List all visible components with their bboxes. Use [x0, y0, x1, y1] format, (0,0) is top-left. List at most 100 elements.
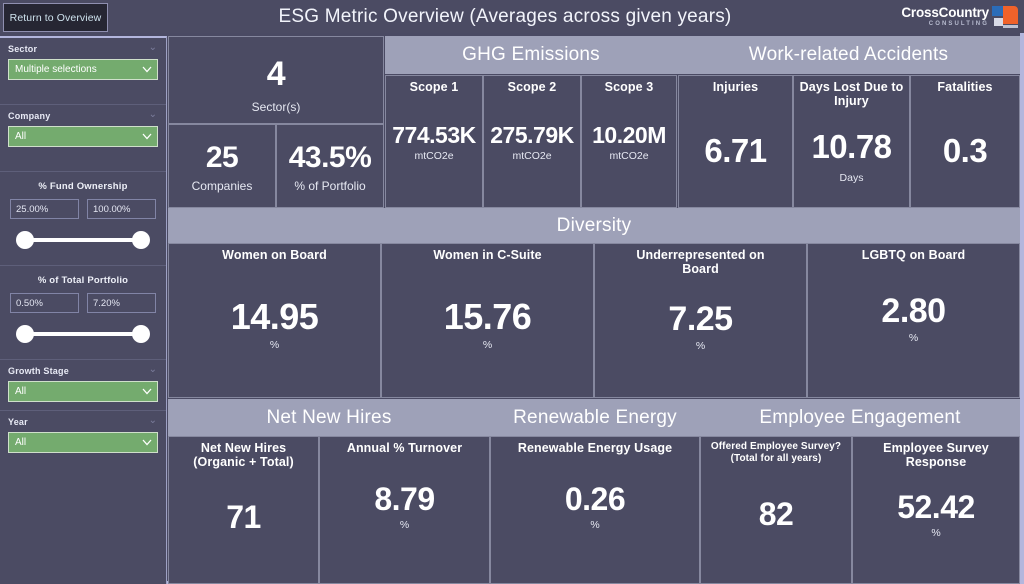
filter-growth-stage-value: All — [15, 386, 27, 397]
card-underrepresented-title: Underrepresented on Board — [636, 248, 765, 276]
band-employee-engagement: Employee Engagement — [759, 406, 961, 428]
slider-handle-min[interactable] — [16, 231, 34, 249]
card-women-on-board-title: Women on Board — [222, 248, 327, 262]
filter-year: Year ⌄ All — [0, 411, 166, 461]
total-portfolio-slider[interactable] — [12, 319, 154, 349]
card-women-in-c-suite-title: Women in C-Suite — [433, 248, 542, 262]
logo-name: CrossCountry — [901, 5, 989, 20]
card-lgbtq-on-board-title: LGBTQ on Board — [861, 248, 966, 262]
card-lgbtq-on-board-value: 2.80 — [881, 292, 946, 330]
chevron-down-icon — [142, 388, 152, 395]
band-ghg-emissions: GHG Emissions — [462, 44, 600, 65]
card-sectors-label: Sector(s) — [251, 100, 301, 114]
card-days-lost-unit: Days — [839, 172, 864, 184]
card-underrepresented-value: 7.25 — [668, 300, 733, 338]
card-lgbtq-on-board-unit: % — [908, 332, 919, 344]
card-scope-2-title: Scope 2 — [507, 80, 557, 94]
card-net-new-hires-title: Net New Hires (Organic + Total) — [193, 441, 294, 469]
card-employee-survey-response-title: Employee Survey Response — [883, 441, 989, 469]
card-injuries-title: Injuries — [712, 80, 759, 94]
band-work-related-accidents: Work-related Accidents — [748, 44, 949, 65]
card-women-on-board-value: 14.95 — [230, 296, 319, 337]
logo-subtitle: CONSULTING — [928, 21, 989, 27]
chevron-down-icon[interactable]: ⌄ — [149, 110, 157, 120]
card-scope-1-unit: mtCO2e — [414, 150, 454, 162]
dashboard-main: 4 Sector(s) 25 Companies 43.5% % of Port… — [168, 36, 1020, 584]
card-portfolio-pct: 43.5% % of Portfolio — [276, 124, 384, 208]
card-days-lost-value: 10.78 — [811, 128, 892, 165]
card-injuries-value: 6.71 — [704, 132, 767, 169]
logo-mark-icon — [992, 5, 1018, 31]
crosscountry-logo: CrossCountry CONSULTING — [900, 2, 1018, 33]
card-employee-survey-response: Employee Survey Response 52.42 % — [852, 436, 1020, 584]
card-underrepresented-unit: % — [695, 340, 706, 352]
card-scope-3-unit: mtCO2e — [609, 150, 649, 162]
chevron-down-icon[interactable]: ⌄ — [149, 43, 157, 53]
card-scope-3: Scope 3 10.20M mtCO2e — [581, 75, 677, 208]
filter-company-value: All — [15, 131, 27, 142]
card-portfolio-pct-value: 43.5% — [288, 141, 372, 174]
filter-fund-ownership-label: % Fund Ownership — [38, 181, 128, 192]
dashboard-root: Return to Overview ESG Metric Overview (… — [0, 0, 1024, 584]
card-sectors-value: 4 — [266, 55, 286, 93]
card-annual-turnover: Annual % Turnover 8.79 % — [319, 436, 490, 584]
total-portfolio-max-input[interactable]: 7.20% — [87, 293, 156, 313]
card-injuries: Injuries 6.71 — [678, 75, 793, 208]
filter-total-portfolio: % of Total Portfolio 0.50% 7.20% — [0, 266, 166, 360]
card-fatalities-title: Fatalities — [937, 80, 993, 94]
chevron-down-icon — [142, 66, 152, 73]
card-companies-value: 25 — [205, 141, 239, 174]
card-fatalities: Fatalities 0.3 — [910, 75, 1020, 208]
card-net-new-hires: Net New Hires (Organic + Total) 71 — [168, 436, 319, 584]
card-scope-3-value: 10.20M — [592, 122, 666, 148]
return-to-overview-button[interactable]: Return to Overview — [3, 3, 108, 32]
card-women-in-c-suite: Women in C-Suite 15.76 % — [381, 243, 594, 398]
card-offered-employee-survey-value: 82 — [758, 496, 794, 532]
band-diversity-label: Diversity — [556, 214, 632, 236]
card-annual-turnover-title: Annual % Turnover — [346, 441, 463, 455]
card-days-lost-due-to-injury: Days Lost Due to Injury 10.78 Days — [793, 75, 910, 208]
card-sectors: 4 Sector(s) — [168, 36, 384, 124]
filter-growth-stage-select[interactable]: All — [8, 381, 158, 402]
card-renewable-energy-usage-value: 0.26 — [564, 481, 626, 517]
filter-sector-select[interactable]: Multiple selections — [8, 59, 158, 80]
card-portfolio-pct-label: % of Portfolio — [294, 179, 366, 193]
total-portfolio-min-input[interactable]: 0.50% — [10, 293, 79, 313]
filter-year-value: All — [15, 437, 27, 448]
fund-ownership-max-input[interactable]: 100.00% — [87, 199, 156, 219]
filter-growth-stage-label: Growth Stage — [8, 366, 69, 376]
card-women-on-board: Women on Board 14.95 % — [168, 243, 381, 398]
card-fatalities-value: 0.3 — [942, 132, 988, 169]
slider-track — [26, 332, 140, 336]
filter-year-select[interactable]: All — [8, 432, 158, 453]
card-employee-survey-response-unit: % — [931, 527, 941, 539]
chevron-down-icon — [142, 133, 152, 140]
card-scope-1-title: Scope 1 — [409, 80, 459, 94]
slider-handle-max[interactable] — [132, 231, 150, 249]
card-annual-turnover-value: 8.79 — [374, 481, 435, 517]
card-scope-1: Scope 1 774.53K mtCO2e — [385, 75, 483, 208]
filter-sector-value: Multiple selections — [15, 64, 97, 75]
filter-year-label: Year — [8, 417, 28, 427]
card-renewable-energy-usage-unit: % — [590, 519, 600, 531]
slider-track — [26, 238, 140, 242]
card-women-in-c-suite-value: 15.76 — [443, 296, 532, 337]
card-scope-1-value: 774.53K — [392, 122, 476, 148]
band-row-1: GHG Emissions Work-related Accidents — [385, 36, 1020, 74]
card-renewable-energy-usage-title: Renewable Energy Usage — [517, 441, 673, 455]
filter-company-select[interactable]: All — [8, 126, 158, 147]
filter-company: Company ⌄ All — [0, 105, 166, 172]
filter-total-portfolio-label: % of Total Portfolio — [37, 275, 129, 286]
band-diversity: Diversity — [168, 208, 1020, 243]
chevron-down-icon — [142, 439, 152, 446]
chevron-down-icon[interactable]: ⌄ — [149, 416, 157, 426]
fund-ownership-min-input[interactable]: 25.00% — [10, 199, 79, 219]
filter-sector: Sector ⌄ Multiple selections — [0, 38, 166, 105]
chevron-down-icon[interactable]: ⌄ — [149, 365, 157, 375]
fund-ownership-slider[interactable] — [12, 225, 154, 255]
slider-handle-min[interactable] — [16, 325, 34, 343]
card-employee-survey-response-value: 52.42 — [897, 489, 975, 525]
slider-handle-max[interactable] — [132, 325, 150, 343]
card-scope-3-title: Scope 3 — [604, 80, 654, 94]
filter-sector-label: Sector — [8, 44, 38, 54]
